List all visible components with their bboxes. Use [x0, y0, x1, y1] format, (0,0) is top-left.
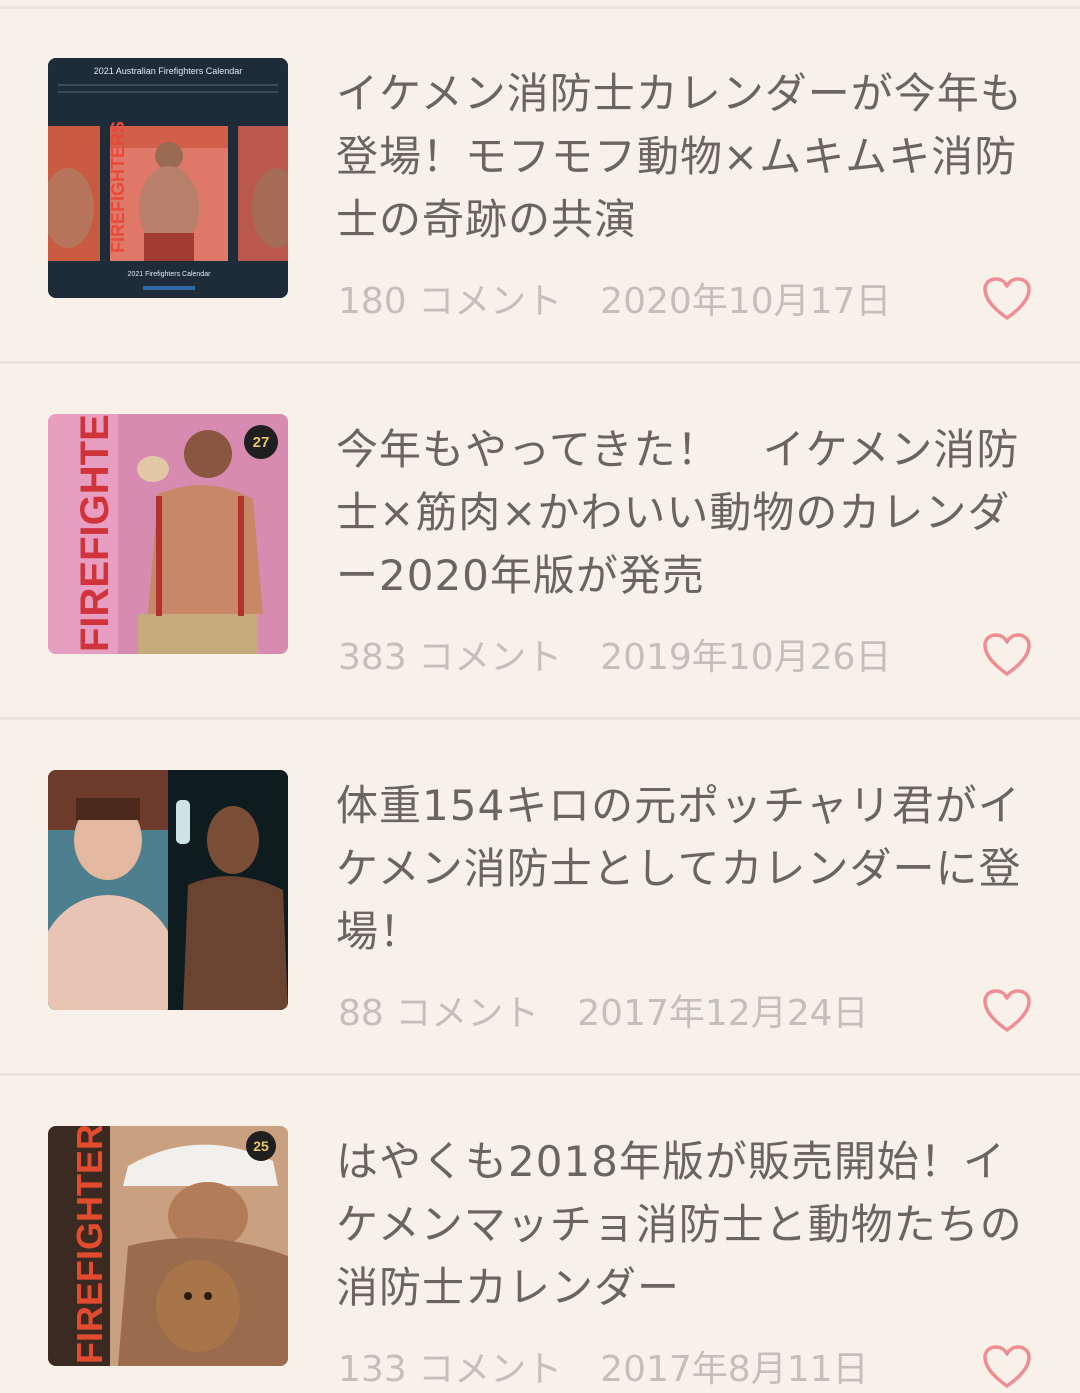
divider: [0, 717, 1080, 720]
thumb-badge: 25: [253, 1138, 269, 1154]
thumb-word: FIREFIGHTERS: [69, 1126, 110, 1364]
article-meta: 133 コメント 2017年8月11日: [338, 1340, 869, 1392]
before-after-thumbnail-image: [48, 770, 288, 1010]
calendar-thumbnail-image: 2021 Australian Firefighters Calendar FI…: [48, 58, 288, 298]
divider: [0, 1073, 1080, 1076]
divider: [0, 6, 1080, 9]
comment-count[interactable]: 180 コメント: [338, 281, 562, 322]
calendar-thumbnail-image: FIREFIGHTERS 25: [48, 1126, 288, 1366]
article-feed: 2021 Australian Firefighters Calendar FI…: [0, 0, 1080, 1393]
article-date: 2017年12月24日: [577, 993, 869, 1034]
thumb-word: FIREFIGHTERS: [73, 414, 117, 652]
heart-icon[interactable]: [982, 1344, 1032, 1390]
article-meta: 383 コメント 2019年10月26日: [338, 628, 891, 680]
comment-count[interactable]: 88 コメント: [338, 993, 539, 1034]
comment-count[interactable]: 133 コメント: [338, 1349, 562, 1390]
heart-icon[interactable]: [982, 632, 1032, 678]
article-item[interactable]: 2021 Australian Firefighters Calendar FI…: [0, 10, 1080, 364]
article-item[interactable]: FIREFIGHTERS 25 はやくも2018年版が販売開始！イケメンマッチョ…: [0, 1078, 1080, 1393]
article-item[interactable]: FIREFIGHTERS 27 今年もやってきた！ イケメン消防士×筋肉×かわい…: [0, 366, 1080, 720]
heart-icon[interactable]: [982, 276, 1032, 322]
article-title[interactable]: はやくも2018年版が販売開始！イケメンマッチョ消防士と動物たちの消防士カレンダ…: [336, 1130, 1026, 1319]
article-title[interactable]: 今年もやってきた！ イケメン消防士×筋肉×かわいい動物のカレンダー2020年版が…: [336, 418, 1026, 607]
article-thumbnail[interactable]: [48, 770, 288, 1010]
article-date: 2020年10月17日: [600, 281, 892, 322]
article-date: 2019年10月26日: [600, 637, 892, 678]
calendar-thumbnail-image: FIREFIGHTERS 27: [48, 414, 288, 654]
thumb-caption-bottom: 2021 Firefighters Calendar: [128, 271, 212, 278]
article-date: 2017年8月11日: [600, 1349, 869, 1390]
article-title[interactable]: 体重154キロの元ポッチャリ君がイケメン消防士としてカレンダーに登場！: [336, 774, 1026, 963]
thumb-word: FIREFIGHTERS: [108, 121, 128, 253]
article-meta: 88 コメント 2017年12月24日: [338, 984, 869, 1036]
article-thumbnail[interactable]: FIREFIGHTERS 25: [48, 1126, 288, 1366]
thumb-badge: 27: [253, 434, 270, 451]
divider: [0, 361, 1080, 364]
article-title[interactable]: イケメン消防士カレンダーが今年も登場！モフモフ動物×ムキムキ消防士の奇跡の共演: [336, 62, 1026, 251]
article-thumbnail[interactable]: FIREFIGHTERS 27: [48, 414, 288, 654]
article-item[interactable]: 体重154キロの元ポッチャリ君がイケメン消防士としてカレンダーに登場！ 88 コ…: [0, 722, 1080, 1076]
heart-icon[interactable]: [982, 988, 1032, 1034]
article-thumbnail[interactable]: 2021 Australian Firefighters Calendar FI…: [48, 58, 288, 298]
comment-count[interactable]: 383 コメント: [338, 637, 562, 678]
article-meta: 180 コメント 2020年10月17日: [338, 272, 891, 324]
thumb-caption-top: 2021 Australian Firefighters Calendar: [94, 66, 243, 76]
